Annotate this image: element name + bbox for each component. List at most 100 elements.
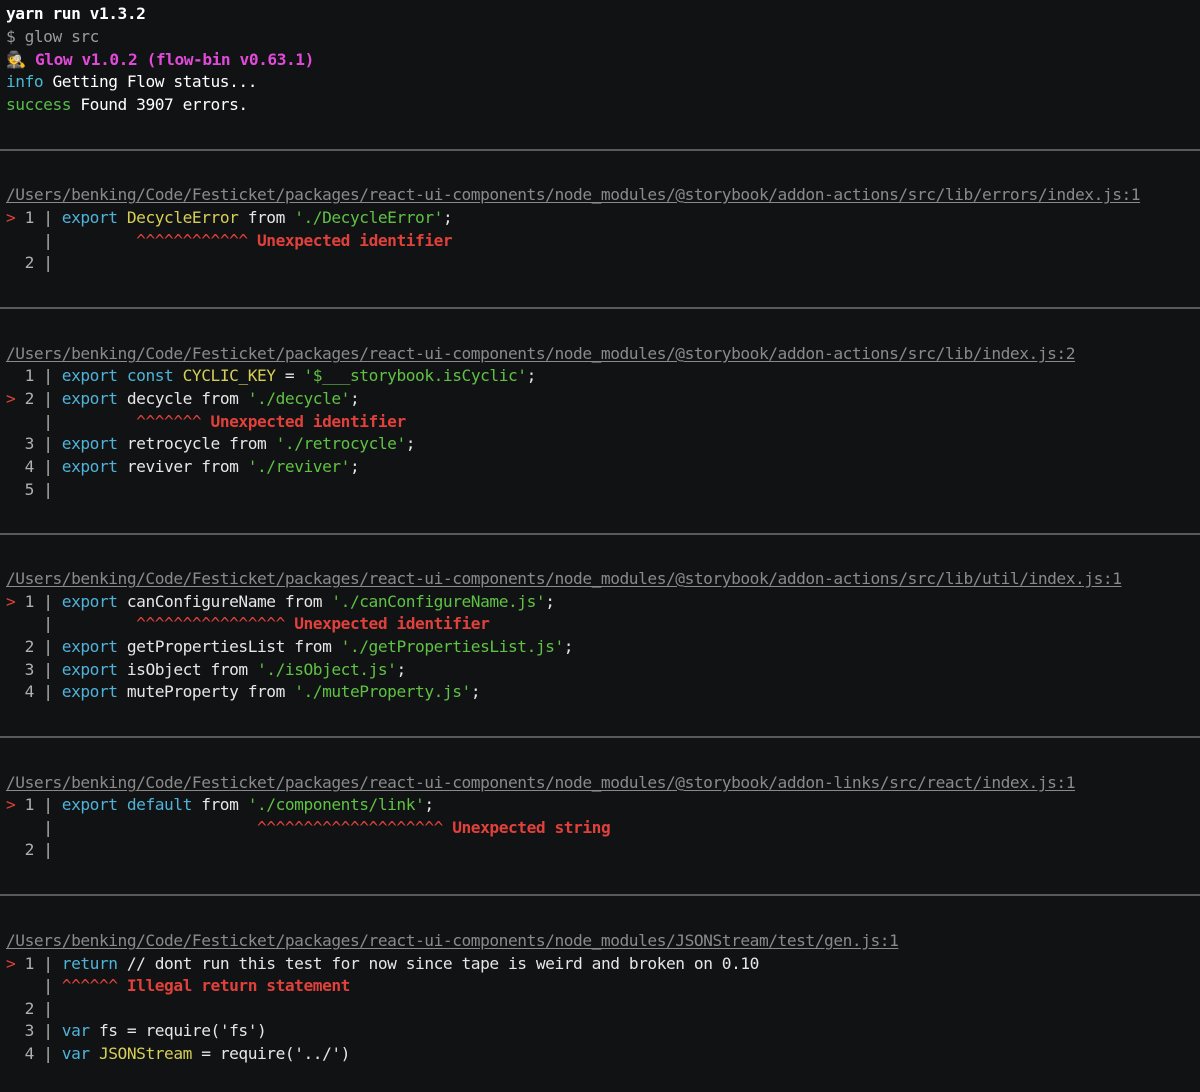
line-number: 2 <box>24 840 35 859</box>
terminal-window: yarn run v1.3.2 $ glow src 🕵 Glow v1.0.2… <box>0 0 1200 1092</box>
gutter-separator: | <box>43 818 53 837</box>
string-token: './components/link' <box>247 795 425 814</box>
code-token: fs <box>98 1021 118 1040</box>
gutter-separator: | <box>43 412 53 431</box>
error-message-line: | ^^^^^^ Illegal return statement <box>6 975 350 997</box>
gutter-separator: | <box>43 208 53 227</box>
error-caret: ^^^^^^ <box>61 976 118 995</box>
string-token: './DecycleError' <box>294 208 443 227</box>
error-file-path[interactable]: /Users/benking/Code/Festicket/packages/r… <box>6 343 1075 365</box>
code-token: ; <box>349 389 360 408</box>
line-number: 1 <box>24 208 35 227</box>
code-line: 2 | <box>6 252 53 274</box>
gutter-separator: | <box>43 954 53 973</box>
gutter-separator: | <box>43 231 53 250</box>
identifier-token: DecycleError <box>126 208 239 227</box>
error-line-marker: > <box>6 208 16 227</box>
gutter-separator: | <box>43 1021 53 1040</box>
gutter-separator: | <box>43 976 53 995</box>
line-number: 2 <box>24 389 35 408</box>
error-file-path[interactable]: /Users/benking/Code/Festicket/packages/r… <box>6 772 1075 794</box>
code-token: from <box>284 592 323 611</box>
error-caret: ^^^^^^^^^^^^^^^^ <box>136 614 285 633</box>
string-token: './reviver' <box>247 457 351 476</box>
code-line: 2 | <box>6 998 53 1020</box>
error-caret: ^^^^^^^ <box>136 412 202 431</box>
keyword-token: var <box>61 1044 90 1063</box>
identifier-token: CYCLIC_KEY <box>182 366 276 385</box>
divider <box>0 736 1200 738</box>
code-token: isObject <box>126 660 202 679</box>
code-token: ; <box>563 637 574 656</box>
error-file-path[interactable]: /Users/benking/Code/Festicket/packages/r… <box>6 568 1122 590</box>
error-message: Unexpected identifier <box>294 614 490 633</box>
line-number: 1 <box>24 366 35 385</box>
line-number: 5 <box>24 480 35 499</box>
gutter-separator: | <box>43 253 53 272</box>
line-number: 3 <box>24 434 35 453</box>
line-number: 2 <box>24 253 35 272</box>
error-message: Unexpected string <box>452 818 611 837</box>
keyword-token: export default <box>61 795 193 814</box>
code-line: > 1 | export default from './components/… <box>6 794 434 816</box>
line-number: 4 <box>24 682 35 701</box>
error-message: Unexpected identifier <box>257 231 453 250</box>
code-token: ; <box>405 434 416 453</box>
line-number: 2 <box>24 637 35 656</box>
error-file-path[interactable]: /Users/benking/Code/Festicket/packages/r… <box>6 930 899 952</box>
error-file-path[interactable]: /Users/benking/Code/Festicket/packages/r… <box>6 184 1141 206</box>
keyword-token: export <box>61 457 118 476</box>
error-caret: ^^^^^^^^^^^^ <box>136 231 248 250</box>
error-message-line: | ^^^^^^^^^^^^^^^^^^^^ Unexpected string <box>6 817 611 839</box>
gutter-separator: | <box>43 366 53 385</box>
code-token: ; <box>396 660 406 679</box>
code-line: 3 | var fs = require('fs') <box>6 1020 267 1042</box>
gutter-separator: | <box>43 389 53 408</box>
code-token: // dont run this test for now since tape… <box>126 954 760 973</box>
line-number: 1 <box>24 954 35 973</box>
code-line: 2 | export getPropertiesList from './get… <box>6 636 574 658</box>
line-number: 4 <box>24 1044 35 1063</box>
error-message-line: | ^^^^^^^^^^^^ Unexpected identifier <box>6 230 452 252</box>
keyword-token: export const <box>61 366 174 385</box>
code-line: 1 | export const CYCLIC_KEY = '$___story… <box>6 365 537 387</box>
code-token: canConfigureName <box>126 592 276 611</box>
string-token: '$___storybook.isCyclic' <box>303 366 528 385</box>
keyword-token: export <box>61 682 118 701</box>
error-message: Unexpected identifier <box>210 412 407 431</box>
code-line: 3 | export isObject from './isObject.js'… <box>6 659 407 681</box>
code-line: 4 | export reviver from './reviver'; <box>6 456 360 478</box>
code-token: ; <box>526 366 537 385</box>
string-token: './canConfigureName.js' <box>331 592 546 611</box>
line-number: 1 <box>24 795 35 814</box>
gutter-separator: | <box>43 614 53 633</box>
code-line: > 1 | export DecycleError from './Decycl… <box>6 207 453 229</box>
glow-version-line: 🕵 Glow v1.0.2 (flow-bin v0.63.1) <box>6 49 314 71</box>
info-line: info Getting Flow status... <box>6 71 257 93</box>
code-token: getPropertiesList <box>126 637 285 656</box>
code-token: require('../') <box>219 1044 351 1063</box>
string-token: './muteProperty.js' <box>294 682 471 701</box>
command-line: $ glow src <box>6 27 99 46</box>
code-token: ; <box>349 457 360 476</box>
gutter-separator: | <box>43 592 53 611</box>
code-line: 5 | <box>6 479 53 501</box>
code-token: ; <box>442 208 453 227</box>
divider <box>0 149 1200 151</box>
keyword-token: export <box>61 660 118 679</box>
code-token: from <box>201 457 239 476</box>
error-line-marker: > <box>6 795 16 814</box>
code-line: 2 | <box>6 839 53 861</box>
error-line-marker: > <box>6 954 16 973</box>
keyword-token: return <box>61 954 118 973</box>
error-message-line: | ^^^^^^^ Unexpected identifier <box>6 411 406 433</box>
gutter-separator: | <box>43 660 53 679</box>
code-token: decycle <box>126 389 193 408</box>
success-line: success Found 3907 errors. <box>6 94 248 116</box>
code-token: require('fs') <box>145 1021 267 1040</box>
error-message-line: | ^^^^^^^^^^^^^^^^ Unexpected identifier <box>6 613 490 635</box>
code-token: = <box>201 1044 211 1063</box>
yarn-version-line: yarn run v1.3.2 <box>6 4 146 23</box>
error-caret: ^^^^^^^^^^^^^^^^^^^^ <box>257 818 443 837</box>
line-number: 2 <box>24 999 35 1018</box>
